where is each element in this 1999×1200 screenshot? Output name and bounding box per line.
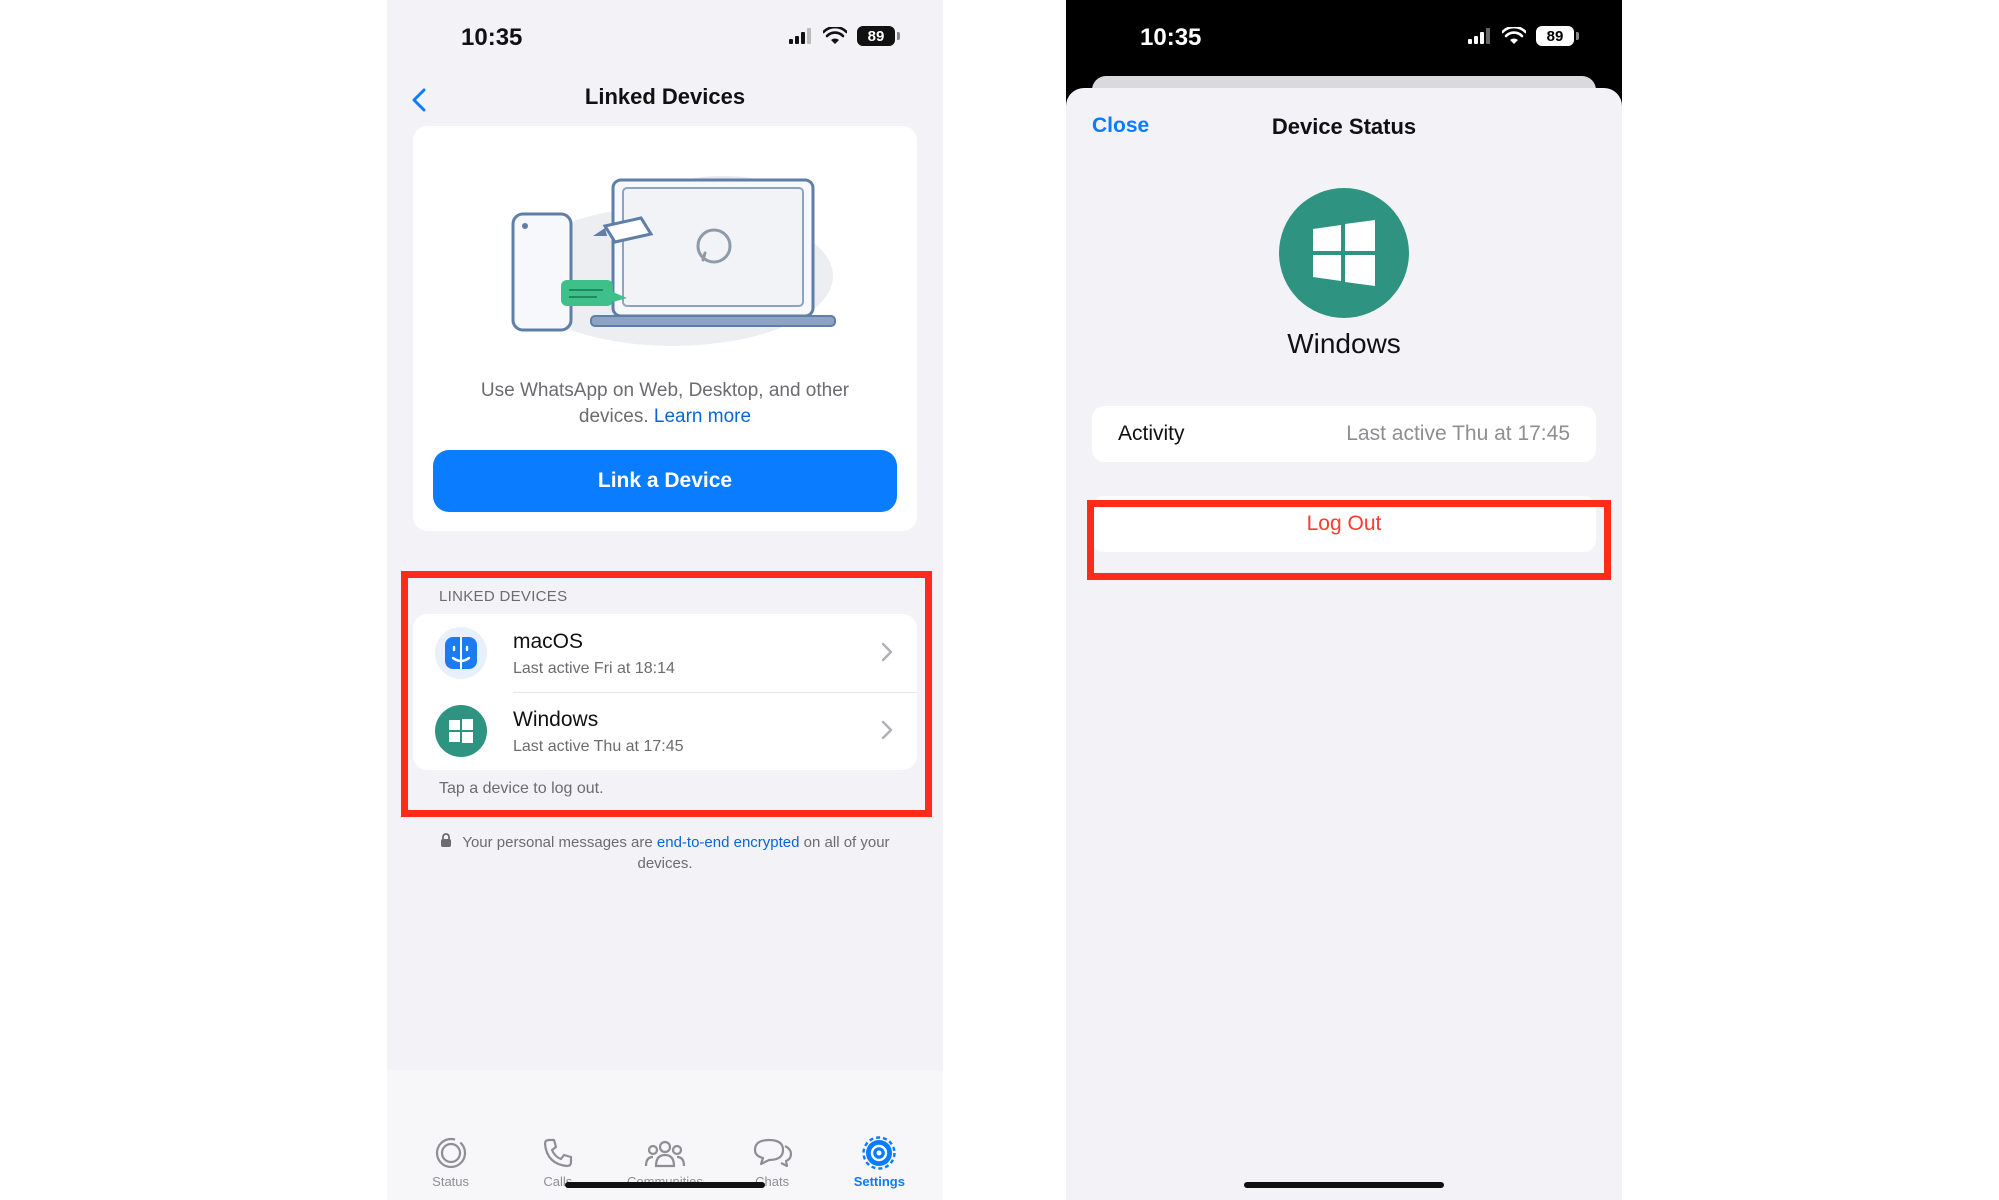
device-name: macOS <box>513 630 584 653</box>
tab-settings[interactable]: Settings <box>829 1070 929 1200</box>
device-status-screen: 10:35 89 Close Device Status Windows Act… <box>1066 0 1622 1200</box>
chevron-right-icon <box>881 642 893 662</box>
device-row-macos[interactable]: macOS Last active Fri at 18:14 <box>413 614 917 693</box>
status-bar: 10:35 89 <box>387 0 943 76</box>
windows-icon <box>1279 188 1409 318</box>
linked-devices-section-header: LINKED DEVICES <box>439 588 568 605</box>
cellular-signal-icon <box>789 28 811 44</box>
windows-icon <box>435 705 487 757</box>
linked-devices-list: macOS Last active Fri at 18:14 Windows L… <box>413 614 917 770</box>
device-name: Windows <box>1287 328 1401 359</box>
status-time: 10:35 <box>461 24 523 51</box>
page-title: Linked Devices <box>584 84 746 109</box>
battery-indicator: 89 <box>1536 26 1579 46</box>
device-row-windows[interactable]: Windows Last active Thu at 17:45 <box>413 692 917 770</box>
encryption-note: Your personal messages are end-to-end en… <box>413 832 917 874</box>
tab-chats[interactable]: Chats <box>722 1070 822 1200</box>
learn-more-link[interactable]: Learn more <box>654 406 751 427</box>
link-a-device-button[interactable]: Link a Device <box>433 450 897 512</box>
home-indicator <box>565 1182 765 1188</box>
activity-label: Activity <box>1118 422 1185 445</box>
link-device-card: Use WhatsApp on Web, Desktop, and other … <box>413 126 917 531</box>
device-last-active: Last active Fri at 18:14 <box>513 660 675 677</box>
tap-to-logout-note: Tap a device to log out. <box>439 780 604 797</box>
wifi-icon <box>823 27 847 44</box>
device-name: Windows <box>513 708 599 731</box>
end-to-end-encrypted-link[interactable]: end-to-end encrypted <box>657 834 800 851</box>
tab-communities[interactable]: Communities <box>615 1070 715 1200</box>
status-bar: 10:35 89 <box>1066 0 1622 76</box>
chats-icon <box>754 1138 793 1168</box>
device-status-sheet: Close Device Status Windows Activity Las… <box>1066 88 1622 1200</box>
device-last-active: Last active Thu at 17:45 <box>513 738 684 755</box>
activity-row: Activity Last active Thu at 17:45 <box>1092 406 1596 462</box>
chevron-right-icon <box>881 720 893 740</box>
sheet-title: Device Status <box>1271 114 1417 139</box>
macos-finder-icon <box>435 627 487 679</box>
settings-gear-icon <box>862 1136 897 1170</box>
cellular-signal-icon <box>1468 28 1490 44</box>
activity-value: Last active Thu at 17:45 <box>1346 422 1570 445</box>
tab-bar: Status Calls Communities Chats <box>387 1070 943 1200</box>
tab-calls[interactable]: Calls <box>508 1070 608 1200</box>
battery-indicator: 89 <box>857 26 900 46</box>
phone-icon <box>543 1138 572 1168</box>
status-icon <box>435 1137 466 1169</box>
linked-devices-screen: 10:35 89 Linked Devices Use WhatsApp on … <box>387 0 943 1200</box>
tab-status[interactable]: Status <box>401 1070 501 1200</box>
home-indicator <box>1244 1182 1444 1188</box>
log-out-button[interactable]: Log Out <box>1092 496 1596 552</box>
devices-illustration-icon <box>511 176 836 346</box>
lock-icon <box>441 833 452 847</box>
communities-icon <box>644 1140 686 1168</box>
status-time: 10:35 <box>1140 24 1202 51</box>
wifi-icon <box>1502 27 1526 44</box>
